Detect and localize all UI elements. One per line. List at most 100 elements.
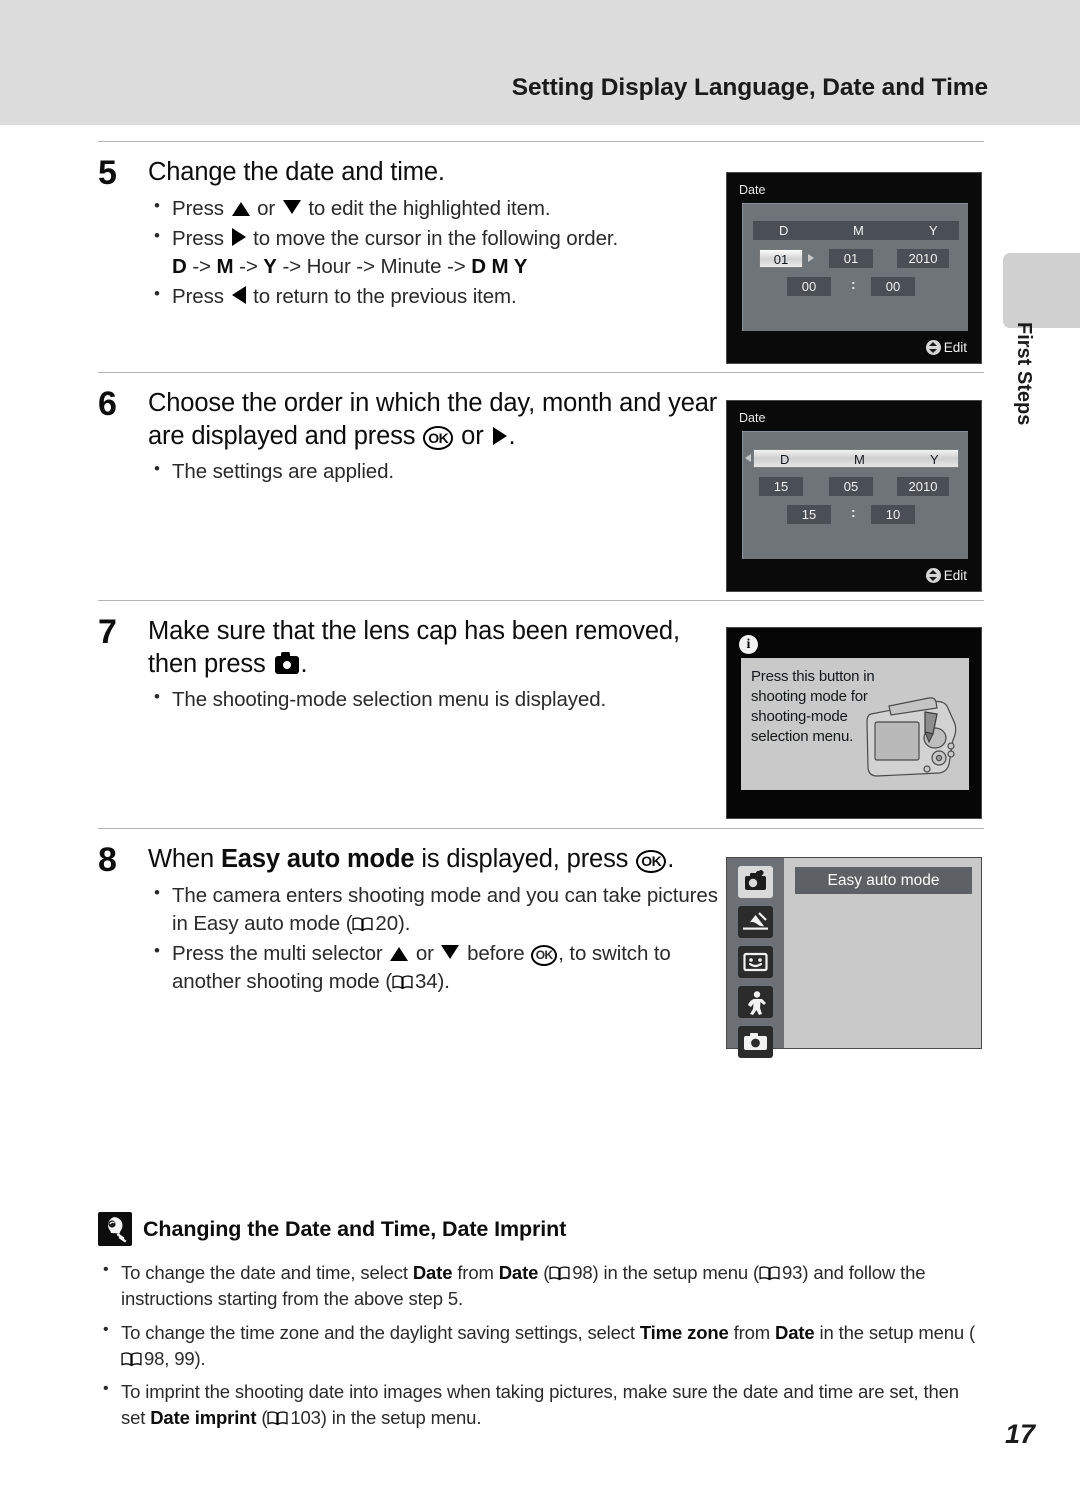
right-arrow-icon xyxy=(231,227,246,246)
step-6: 6 Choose the order in which the day, mon… xyxy=(98,387,718,489)
info-screen-panel: Press this button in shooting mode for s… xyxy=(741,658,969,790)
mode-icon-rail xyxy=(727,858,784,1058)
step-6-number: 6 xyxy=(98,385,117,423)
step-6-bullets: The settings are applied. xyxy=(148,457,718,486)
page-number: 17 xyxy=(1004,1419,1035,1449)
step-5-bullet-1: Press or to edit the highlighted item. xyxy=(148,194,718,223)
date-screen-1-time-separator: : xyxy=(851,276,856,292)
date-screen-2-time-separator: : xyxy=(851,504,856,520)
up-arrow-icon xyxy=(390,947,409,962)
tip-note-header: Changing the Date and Time, Date Imprint xyxy=(98,1212,984,1246)
step-8: 8 When Easy auto mode is displayed, pres… xyxy=(98,843,738,999)
date-screen-1-minute-field[interactable]: 00 xyxy=(871,277,915,296)
divider-above-step-5 xyxy=(98,141,984,142)
auto-mode-icon[interactable] xyxy=(738,1026,773,1058)
shooting-mode-selection-screen: Easy auto mode xyxy=(726,857,982,1058)
tip-ref-93: 93 xyxy=(782,1262,803,1283)
tip-note-bullets: To change the date and time, select Date… xyxy=(98,1259,984,1432)
date-screen-1-dmy-bar[interactable]: D M Y xyxy=(753,221,959,240)
date-screen-1-hour-field[interactable]: 00 xyxy=(787,277,831,296)
date-screen-1-col-d: D xyxy=(779,223,789,238)
tip-note-title: Changing the Date and Time, Date Imprint xyxy=(143,1216,567,1241)
step-6-title: Choose the order in which the day, month… xyxy=(148,389,718,450)
date-screen-1-footer: Edit xyxy=(925,340,967,355)
date-screen-1-day-field[interactable]: 01 xyxy=(759,249,803,268)
ok-button-icon: OK xyxy=(636,849,667,873)
date-screen-1-col-y: Y xyxy=(929,223,938,238)
page-content: 5 Change the date and time. Press or to … xyxy=(0,0,1080,1486)
smart-portrait-icon[interactable] xyxy=(738,946,773,978)
step-8-bullet-1: The camera enters shooting mode and you … xyxy=(148,881,738,939)
tip-ref-98: 98 xyxy=(572,1262,593,1283)
date-screen-2-year-field[interactable]: 2010 xyxy=(897,477,949,496)
date-screen-2-col-m: M xyxy=(854,452,865,467)
step-5-bullets: Press or to edit the highlighted item. P… xyxy=(148,194,718,312)
date-screen-initial: Date D M Y 01 01 2010 00 : 00 Edit xyxy=(726,172,982,364)
step-8-title-bold: Easy auto mode xyxy=(220,845,415,873)
date-screen-2-hour-field[interactable]: 15 xyxy=(787,505,831,524)
step-5-number: 5 xyxy=(98,154,117,192)
date-screen-1-title: Date xyxy=(739,183,766,197)
step-7-title: Make sure that the lens cap has been rem… xyxy=(148,617,680,678)
left-arrow-icon xyxy=(231,286,246,305)
step-8-bullets: The camera enters shooting mode and you … xyxy=(148,881,738,997)
up-arrow-icon xyxy=(231,201,250,216)
tip-note-bullet-3: To imprint the shooting date into images… xyxy=(98,1378,984,1432)
step-5-bullet-2: Press to move the cursor in the followin… xyxy=(148,224,718,282)
date-screen-2-edit-label: Edit xyxy=(943,568,967,583)
date-screen-2-panel: D M Y 15 05 2010 15 : 10 xyxy=(742,431,968,559)
up-down-selector-icon xyxy=(925,340,941,355)
step-6-bullet-1: The settings are applied. xyxy=(148,457,718,486)
date-screen-2-footer: Edit xyxy=(925,568,967,583)
step-8-page-ref-2: 34 xyxy=(414,970,438,994)
easy-auto-mode-icon[interactable] xyxy=(738,866,773,898)
step-5: 5 Change the date and time. Press or to … xyxy=(98,156,718,314)
step-8-bullet-2: Press the multi selector or before OK, t… xyxy=(148,939,738,997)
page-reference-icon xyxy=(267,1411,288,1426)
date-screen-2-col-y: Y xyxy=(930,452,939,467)
page-reference-icon xyxy=(549,1266,570,1281)
tip-ref-98-99: 98, 99 xyxy=(144,1347,195,1369)
date-screen-1-month-field[interactable]: 01 xyxy=(829,249,873,268)
step-7-number: 7 xyxy=(98,613,117,651)
date-screen-1-panel: D M Y 01 01 2010 00 : 00 xyxy=(742,203,968,331)
down-arrow-icon xyxy=(282,199,301,214)
date-screen-2-month-field[interactable]: 05 xyxy=(829,477,873,496)
down-arrow-icon xyxy=(441,945,460,960)
scene-mode-icon[interactable] xyxy=(738,906,773,938)
selected-mode-label: Easy auto mode xyxy=(795,867,972,894)
tip-note-block: Changing the Date and Time, Date Imprint… xyxy=(98,1212,984,1439)
date-screen-2-day-field[interactable]: 15 xyxy=(759,477,803,496)
date-screen-2-title: Date xyxy=(739,411,766,425)
ref-date-2: Date xyxy=(498,1262,539,1283)
ref-date-imprint: Date imprint xyxy=(150,1407,257,1429)
date-screen-2-minute-field[interactable]: 10 xyxy=(871,505,915,524)
ref-date-3: Date xyxy=(775,1321,815,1343)
divider-above-step-8 xyxy=(98,828,984,829)
cursor-left-marker-icon xyxy=(745,454,751,462)
ref-date-1: Date xyxy=(412,1262,453,1283)
page-reference-icon xyxy=(352,917,373,932)
page-reference-icon xyxy=(392,975,413,990)
subject-tracking-icon[interactable] xyxy=(738,986,773,1018)
page-reference-icon xyxy=(121,1352,142,1367)
tip-ref-103: 103 xyxy=(290,1407,321,1429)
divider-above-step-7 xyxy=(98,600,984,601)
ok-button-icon: OK xyxy=(423,426,454,450)
step-8-page-ref-1: 20 xyxy=(375,911,399,935)
date-screen-2-dmy-bar[interactable]: D M Y xyxy=(753,449,959,468)
divider-above-step-6 xyxy=(98,372,984,373)
info-help-screen: i Press this button in shooting mode for… xyxy=(726,627,982,819)
date-screen-1-edit-label: Edit xyxy=(943,340,967,355)
ref-time-zone: Time zone xyxy=(639,1321,729,1343)
step-7-bullets: The shooting-mode selection menu is disp… xyxy=(148,685,718,714)
cursor-right-marker-icon xyxy=(808,254,814,262)
date-screen-1-year-field[interactable]: 2010 xyxy=(897,249,949,268)
step-7-bullet-1: The shooting-mode selection menu is disp… xyxy=(148,685,718,714)
right-arrow-icon xyxy=(492,426,507,445)
date-screen-order: Date D M Y 15 05 2010 15 : 10 Edit xyxy=(726,400,982,592)
step-7: 7 Make sure that the lens cap has been r… xyxy=(98,615,718,717)
tip-note-bullet-2: To change the time zone and the daylight… xyxy=(98,1319,984,1373)
page-reference-icon xyxy=(759,1266,780,1281)
step-5-title: Change the date and time. xyxy=(148,158,445,186)
